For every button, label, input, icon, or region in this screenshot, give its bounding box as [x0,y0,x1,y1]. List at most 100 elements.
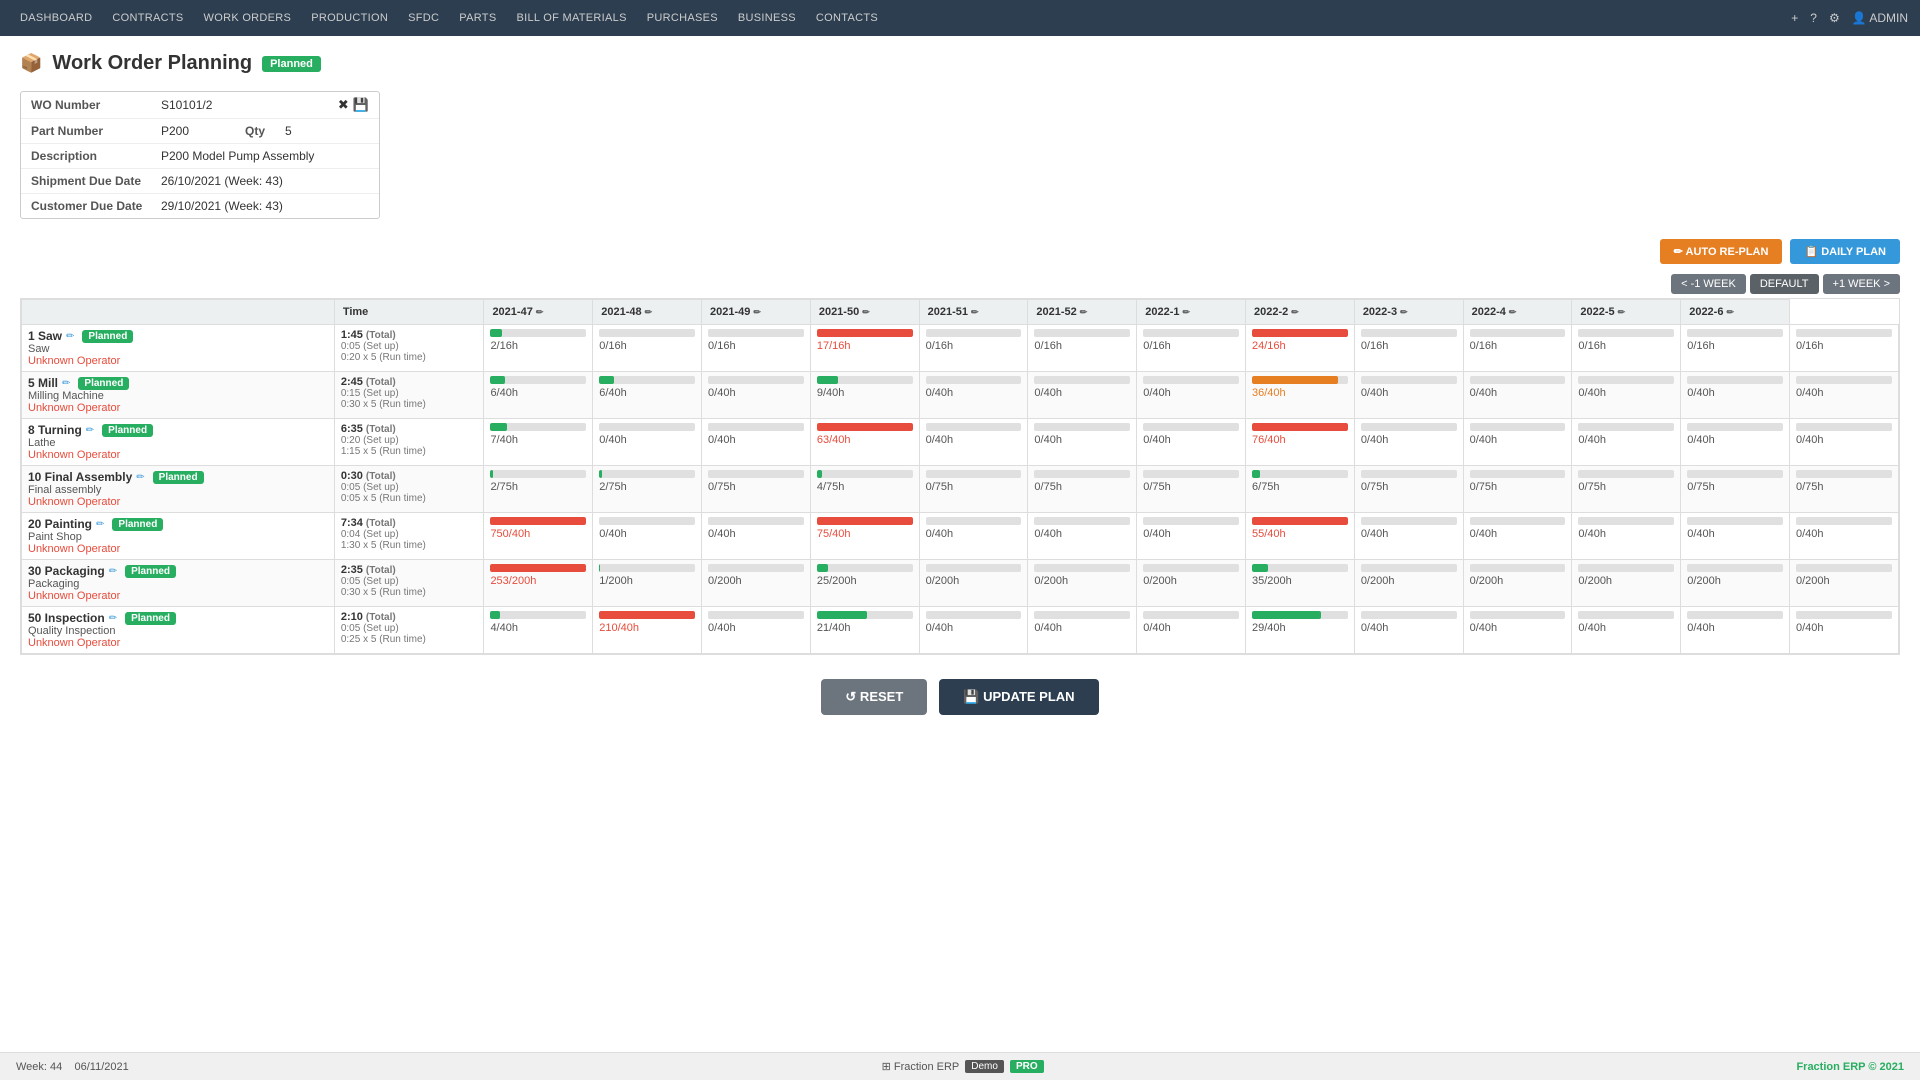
progress-bar-wrap [1687,329,1783,337]
progress-bar-wrap [1252,329,1348,337]
progress-bar-wrap [1143,517,1239,525]
op-operator[interactable]: Unknown Operator [28,590,328,602]
nav-parts[interactable]: PARTS [451,4,504,32]
nav-contacts[interactable]: CONTACTS [808,4,886,32]
week-cell-11: 0/40h [1681,513,1790,560]
progress-bar-wrap [1470,470,1566,478]
clear-icon[interactable]: ✖ [338,97,349,113]
week-value: 0/200h [1687,575,1783,587]
week-cell-12: 0/40h [1790,513,1899,560]
user-menu[interactable]: 👤 ADMIN [1852,11,1908,25]
progress-bar-wrap [1687,423,1783,431]
week-value: 0/200h [1470,575,1566,587]
week-cell-11: 0/40h [1681,372,1790,419]
nav-dashboard[interactable]: DASHBOARD [12,4,100,32]
week-value: 0/40h [926,528,1022,540]
shipment-due-value: 26/10/2021 (Week: 43) [161,174,369,188]
week-cell-12: 0/40h [1790,607,1899,654]
progress-bar-wrap [599,564,695,572]
week-value: 0/40h [1687,622,1783,634]
progress-bar-wrap [926,564,1022,572]
week-cell-4: 0/40h [919,513,1028,560]
th-week-2022-5: 2022-5✏ [1572,300,1681,325]
save-icon[interactable]: 💾 [353,97,369,113]
week-value: 0/40h [1687,434,1783,446]
time-setup: 0:05 (Set up) [341,623,478,634]
nav-workorders[interactable]: WORK ORDERS [196,4,300,32]
progress-bar-wrap [708,611,804,619]
op-machine: Saw [28,343,328,355]
op-edit-icon[interactable]: ✏ [66,331,74,342]
description-label: Description [31,149,161,163]
op-operator[interactable]: Unknown Operator [28,543,328,555]
week-cell-0: 2/16h [484,325,593,372]
week-value: 0/40h [1034,434,1130,446]
progress-bar-wrap [1687,611,1783,619]
progress-bar-wrap [1796,611,1892,619]
week-cell-8: 0/40h [1354,513,1463,560]
progress-bar-wrap [1578,517,1674,525]
auto-replan-button[interactable]: ✏ AUTO RE-PLAN [1660,239,1783,264]
op-edit-icon[interactable]: ✏ [62,378,70,389]
week-value: 253/200h [490,575,586,587]
op-operator[interactable]: Unknown Operator [28,496,328,508]
week-cell-3: 17/16h [810,325,919,372]
nav-purchases[interactable]: PURCHASES [639,4,726,32]
week-value: 0/16h [926,340,1022,352]
week-value: 0/40h [1470,528,1566,540]
week-cell-0: 7/40h [484,419,593,466]
op-name: 30 Packaging [28,564,105,578]
progress-bar-wrap [1470,376,1566,384]
week-cell-5: 0/40h [1028,607,1137,654]
time-cell: 1:45 (Total) 0:05 (Set up) 0:20 x 5 (Run… [334,325,484,372]
daily-plan-button[interactable]: 📋 DAILY PLAN [1790,239,1900,264]
progress-bar-wrap [817,611,913,619]
op-operator[interactable]: Unknown Operator [28,637,328,649]
progress-bar-wrap [1470,611,1566,619]
progress-bar-wrap [1578,564,1674,572]
op-operator[interactable]: Unknown Operator [28,449,328,461]
progress-bar-wrap [1252,611,1348,619]
nav-bom[interactable]: BILL OF MATERIALS [508,4,634,32]
progress-bar-wrap [1578,376,1674,384]
th-week-2021-49: 2021-49✏ [702,300,811,325]
add-icon[interactable]: + [1791,11,1798,25]
op-edit-icon[interactable]: ✏ [86,425,94,436]
week-value: 25/200h [817,575,913,587]
help-icon[interactable]: ? [1810,11,1817,25]
progress-bar-wrap [1361,423,1457,431]
nav-contracts[interactable]: CONTRACTS [104,4,191,32]
nav-sfdc[interactable]: SFDC [400,4,447,32]
next-week-button[interactable]: +1 WEEK > [1823,274,1900,294]
progress-bar-wrap [1578,329,1674,337]
nav-business[interactable]: BUSINESS [730,4,804,32]
week-cell-3: 63/40h [810,419,919,466]
settings-icon[interactable]: ⚙ [1829,11,1840,25]
op-edit-icon[interactable]: ✏ [96,519,104,530]
prev-week-button[interactable]: < -1 WEEK [1671,274,1746,294]
week-value: 0/40h [1143,387,1239,399]
week-value: 750/40h [490,528,586,540]
week-cell-5: 0/40h [1028,513,1137,560]
week-cell-9: 0/40h [1463,372,1572,419]
progress-bar-wrap [490,329,586,337]
update-plan-button[interactable]: 💾 UPDATE PLAN [939,679,1098,715]
progress-bar-wrap [1252,470,1348,478]
op-edit-icon[interactable]: ✏ [109,613,117,624]
op-edit-icon[interactable]: ✏ [109,566,117,577]
progress-bar-wrap [817,470,913,478]
nav-production[interactable]: PRODUCTION [303,4,396,32]
op-edit-icon[interactable]: ✏ [136,472,144,483]
op-operator[interactable]: Unknown Operator [28,355,328,367]
progress-bar-wrap [1034,611,1130,619]
bottom-actions: ↺ RESET 💾 UPDATE PLAN [20,679,1900,735]
progress-bar-wrap [1578,423,1674,431]
reset-button[interactable]: ↺ RESET [821,679,927,715]
progress-bar-wrap [817,329,913,337]
progress-bar-wrap [708,564,804,572]
default-week-button[interactable]: DEFAULT [1750,274,1819,294]
week-cell-0: 4/40h [484,607,593,654]
op-operator[interactable]: Unknown Operator [28,402,328,414]
week-cell-2: 0/200h [702,560,811,607]
progress-bar-wrap [1796,470,1892,478]
